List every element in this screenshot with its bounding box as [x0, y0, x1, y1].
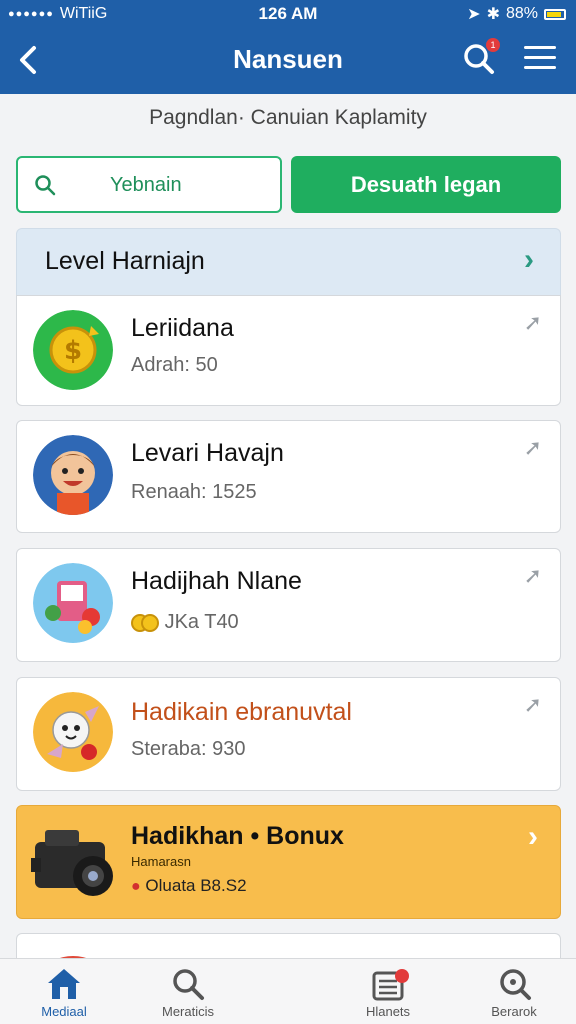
- tab-explore[interactable]: Berarok: [466, 963, 562, 1023]
- menu-button[interactable]: [524, 46, 556, 72]
- item-meta: Renaah: 1525: [131, 481, 257, 503]
- list-item[interactable]: Hadikain ebranuvtal Steraba: 930 ➚: [16, 677, 561, 791]
- nav-bar: Nansuen 1: [0, 28, 576, 94]
- tab-label: Berarok: [491, 1004, 537, 1019]
- share-arrow-icon[interactable]: ➚: [524, 310, 542, 336]
- tab-notification-badge: [395, 969, 409, 983]
- home-icon: [48, 969, 80, 999]
- chevron-right-icon: ›: [524, 243, 534, 276]
- battery-percent: 88%: [505, 5, 538, 22]
- magnifier-icon: [500, 969, 531, 1000]
- item-meta: Steraba: 930: [131, 738, 246, 760]
- location-icon: ➤: [467, 6, 481, 23]
- tab-label: Hlanets: [365, 1004, 411, 1019]
- chevron-right-icon[interactable]: ›: [528, 820, 538, 854]
- hamburger-line: [524, 56, 556, 59]
- section-title: Level Harniajn: [45, 247, 205, 275]
- share-arrow-icon[interactable]: ➚: [524, 563, 542, 589]
- page-subtitle: Pagndlan· Canuian Kaplamity: [149, 106, 427, 129]
- search-icon: [173, 969, 204, 1000]
- primary-action-button[interactable]: Desuath legan: [291, 156, 561, 213]
- tab-label: Mediaal: [41, 1004, 87, 1019]
- item-meta: Oluata B8.S2: [145, 876, 247, 895]
- tab-home[interactable]: Mediaal: [16, 963, 112, 1023]
- character-avatar-icon: [33, 435, 113, 515]
- section-header[interactable]: Level Harniajn ›: [16, 228, 561, 295]
- item-meta: Adrah: 50: [131, 354, 218, 376]
- featured-list-item[interactable]: Hadikhan • Bonux Hamarasn ● Oluata B8.S2…: [16, 805, 561, 919]
- search-placeholder: Yebnain: [110, 174, 182, 196]
- status-bar: ●●●●●● WiTiiG 126 AM ➤ ✱ 88%: [0, 0, 576, 28]
- camera-icon: [29, 820, 121, 904]
- mascot-avatar-icon: [33, 692, 113, 772]
- notification-badge: 1: [486, 38, 500, 52]
- item-meta: JKa T40: [164, 611, 239, 633]
- item-subtitle: Hamarasn: [131, 854, 191, 869]
- location-pin-icon: ●: [131, 878, 141, 895]
- share-arrow-icon[interactable]: ➚: [524, 435, 542, 461]
- battery-icon: [544, 8, 566, 20]
- item-title: Hadikain ebranuvtal: [131, 698, 352, 726]
- tab-search[interactable]: Meraticis: [140, 963, 236, 1023]
- search-input[interactable]: Yebnain: [16, 156, 282, 213]
- svg-text:$: $: [64, 336, 82, 366]
- coins-icon: [131, 613, 159, 632]
- bluetooth-icon: ✱: [486, 6, 500, 23]
- hamburger-line: [524, 66, 556, 69]
- list-item[interactable]: $ Leriidana Adrah: 50 ➚: [16, 295, 561, 406]
- list-item[interactable]: Levari Havajn Renaah: 1525 ➚: [16, 420, 561, 533]
- tab-list[interactable]: Hlanets: [340, 963, 436, 1023]
- item-title: Leriidana: [131, 314, 234, 342]
- item-title: Hadikhan • Bonux: [131, 822, 344, 850]
- game-machine-avatar-icon: [33, 563, 113, 643]
- tab-bar: Mediaal Meraticis Hlanets Berarok: [0, 958, 576, 1024]
- hamburger-line: [524, 46, 556, 49]
- tab-label: Meraticis: [161, 1004, 214, 1019]
- search-button[interactable]: 1: [462, 38, 500, 78]
- coin-avatar-icon: $: [33, 310, 113, 390]
- list-item[interactable]: Hadijhah Nlane JKa T40 ➚: [16, 548, 561, 662]
- item-title: Levari Havajn: [131, 439, 284, 467]
- search-icon: [35, 175, 56, 196]
- item-title: Hadijhah Nlane: [131, 567, 302, 595]
- share-arrow-icon[interactable]: ➚: [524, 692, 542, 718]
